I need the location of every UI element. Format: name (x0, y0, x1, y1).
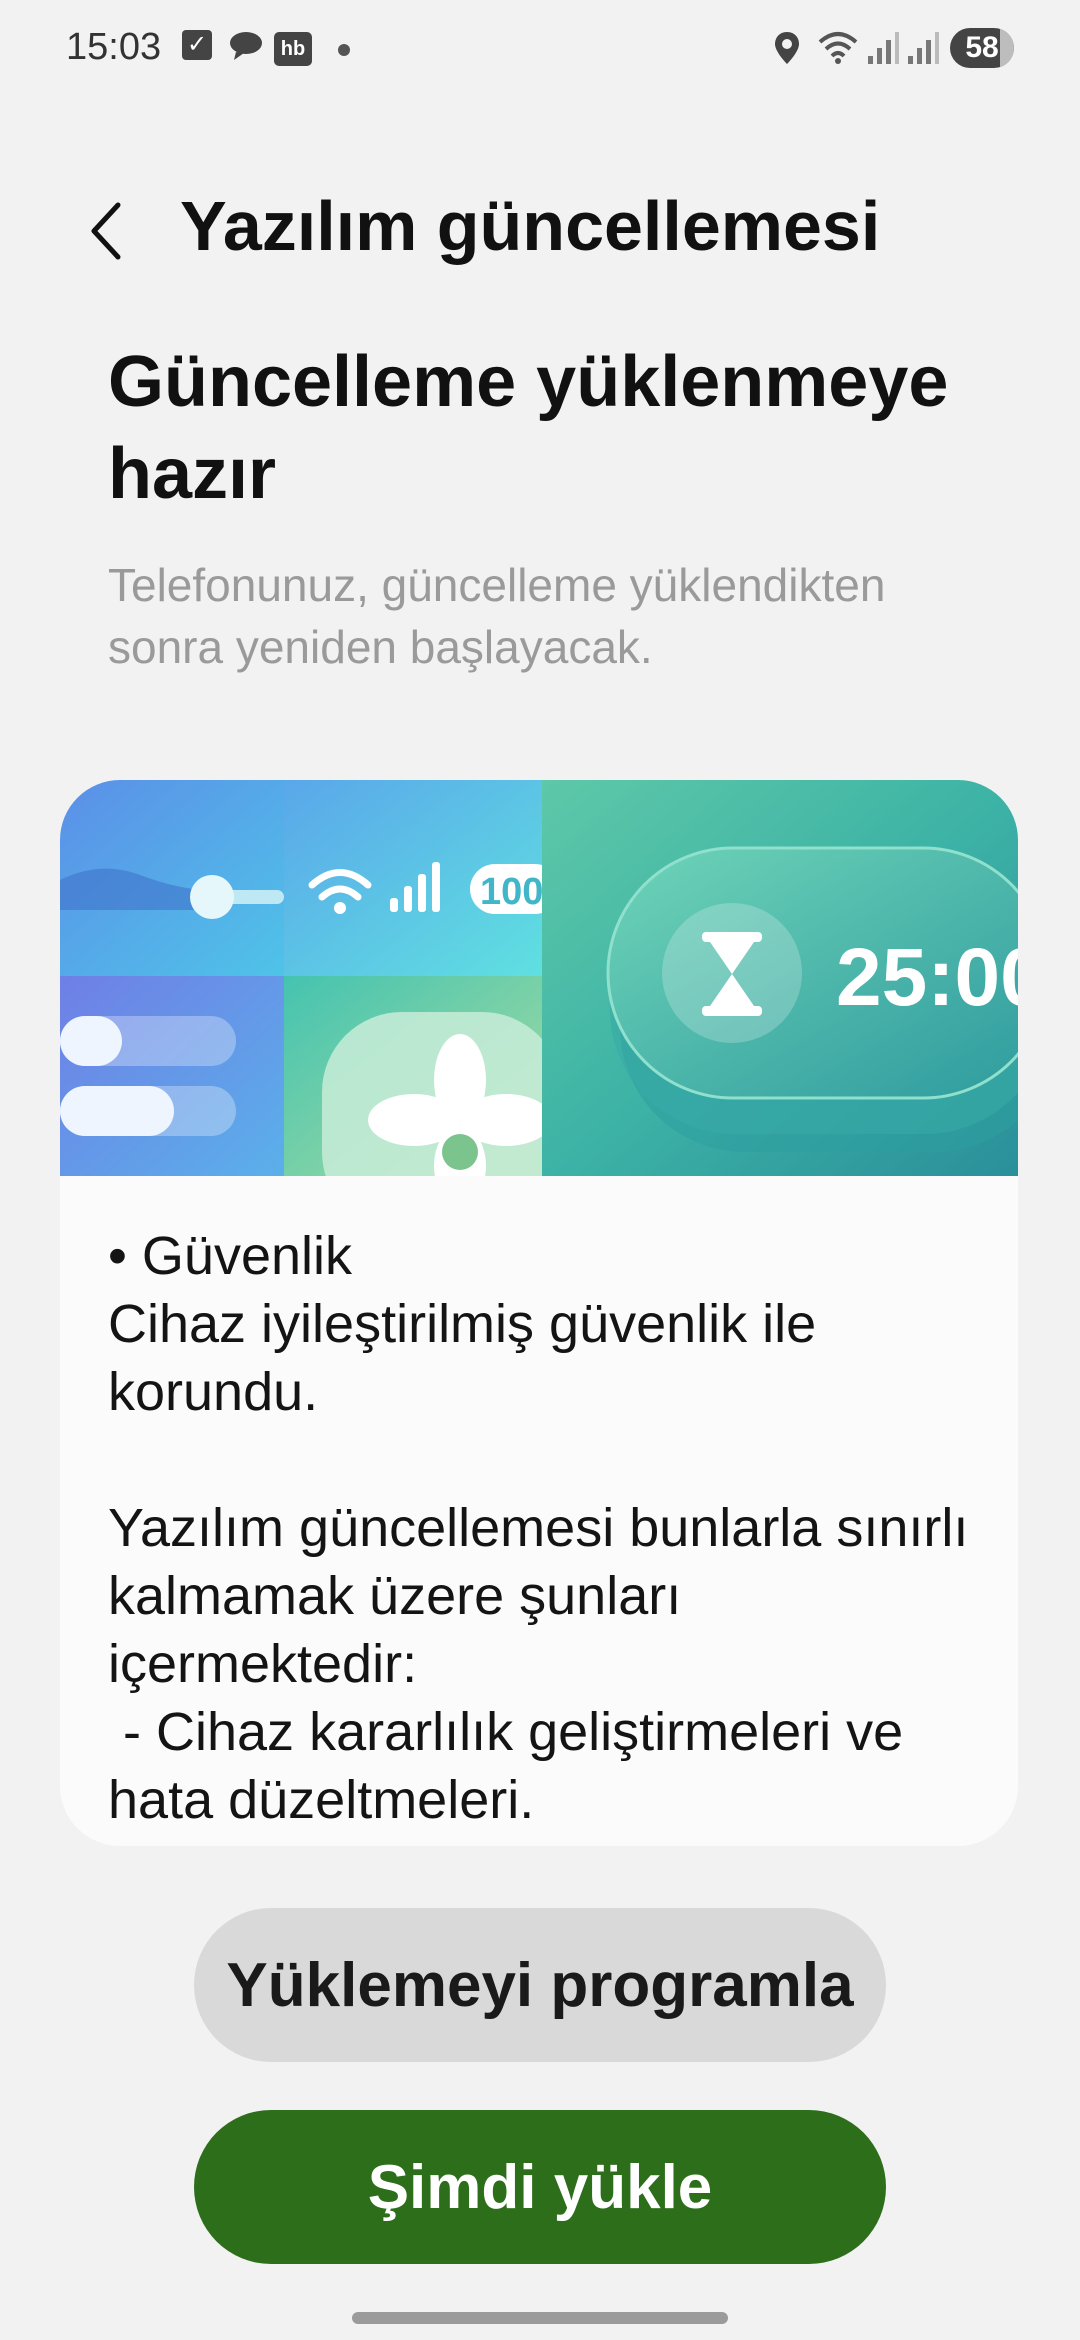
dot-icon (338, 44, 350, 56)
changelog-text: • Güvenlik Cihaz iyileştirilmiş güvenlik… (108, 1226, 969, 1830)
update-subtext: Telefonunuz, güncelleme yüklendikten son… (108, 559, 886, 673)
update-heading: Güncelleme yüklenmeye hazır (108, 342, 949, 514)
wifi-icon (816, 30, 860, 71)
status-time: 15:03 (66, 26, 162, 68)
battery-level: 58 (965, 31, 999, 64)
home-indicator[interactable] (352, 2312, 728, 2324)
status-bar: 15:03 ✓ hb 58 (0, 0, 1080, 100)
battery-indicator: 58 (950, 28, 1014, 68)
update-details-card: 100 25:00 • Güvenlik Cihaz iyileştirilmi… (60, 780, 1018, 1846)
signal-icon (906, 30, 940, 71)
signal-icon (866, 30, 900, 71)
checkbox-icon: ✓ (182, 30, 212, 60)
hb-icon: hb (274, 32, 312, 66)
back-button[interactable] (78, 196, 134, 266)
location-icon (772, 30, 802, 71)
page-title: Yazılım güncellemesi (180, 187, 881, 265)
banner-timer-label: 25:00 (836, 932, 1018, 1023)
chat-icon (228, 30, 264, 67)
banner-battery-label: 100 (480, 871, 543, 913)
install-now-button[interactable]: Şimdi yükle (194, 2110, 886, 2264)
schedule-install-button[interactable]: Yüklemeyi programla (194, 1908, 886, 2062)
chevron-left-icon (91, 202, 121, 260)
update-banner-image: 100 25:00 (60, 780, 1018, 1176)
